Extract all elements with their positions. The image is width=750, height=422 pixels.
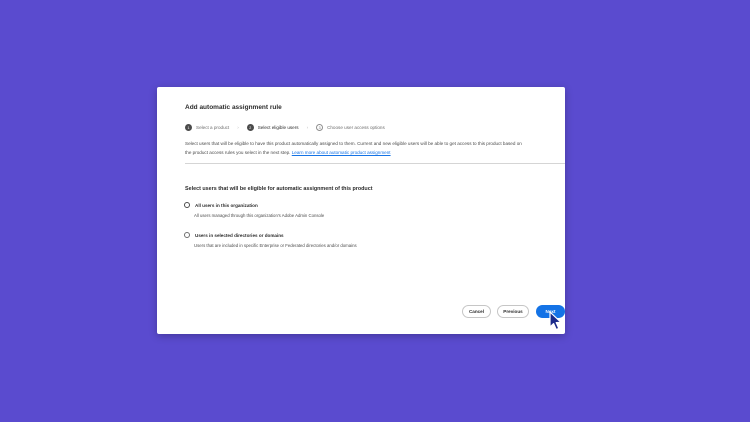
dialog-description: Select users that will be eligible to ha… [185,140,561,157]
option-all-users[interactable]: All users in this organization All users… [184,202,324,218]
stepper: 1 Select a product › 2 Select eligible u… [185,124,385,131]
step-3-label: Choose user access options [327,125,385,130]
option-all-users-description: All users managed through this organizat… [194,213,325,218]
assignment-rule-dialog: Add automatic assignment rule 1 Select a… [157,87,565,334]
option-selected-directories[interactable]: Users in selected directories or domains… [184,232,357,248]
step-select-users: 2 Select eligible users [246,124,299,131]
step-1-label: Select a product [196,125,230,130]
option-selected-directories-description: Users that are included in specific Ente… [194,243,357,248]
step-select-product: 1 Select a product [185,124,229,131]
cancel-button[interactable]: Cancel [462,305,491,318]
section-title: Select users that will be eligible for a… [185,186,373,192]
divider [185,163,565,164]
description-line-2: the product access rules you select in t… [185,149,291,155]
option-all-users-row[interactable]: All users in this organization [184,202,324,208]
dialog-title: Add automatic assignment rule [185,104,282,111]
step-3-indicator: 3 [316,124,324,131]
radio-selected-directories[interactable] [184,232,190,238]
option-selected-directories-row[interactable]: Users in selected directories or domains [184,232,357,238]
description-line-1: Select users that will be eligible to ha… [185,141,522,146]
step-2-indicator: 2 [246,124,254,131]
step-separator: › [237,125,239,130]
radio-all-users[interactable] [184,202,190,208]
step-2-label: Select eligible users [257,125,299,130]
step-access-options: 3 Choose user access options [316,124,385,131]
previous-button[interactable]: Previous [497,305,529,318]
learn-more-link[interactable]: Learn more about automatic product assig… [292,150,391,155]
option-selected-directories-label[interactable]: Users in selected directories or domains [195,233,284,238]
mouse-pointer-icon [549,311,562,331]
option-all-users-label[interactable]: All users in this organization [195,203,258,208]
step-separator: › [306,125,309,130]
step-1-indicator: 1 [185,124,192,131]
